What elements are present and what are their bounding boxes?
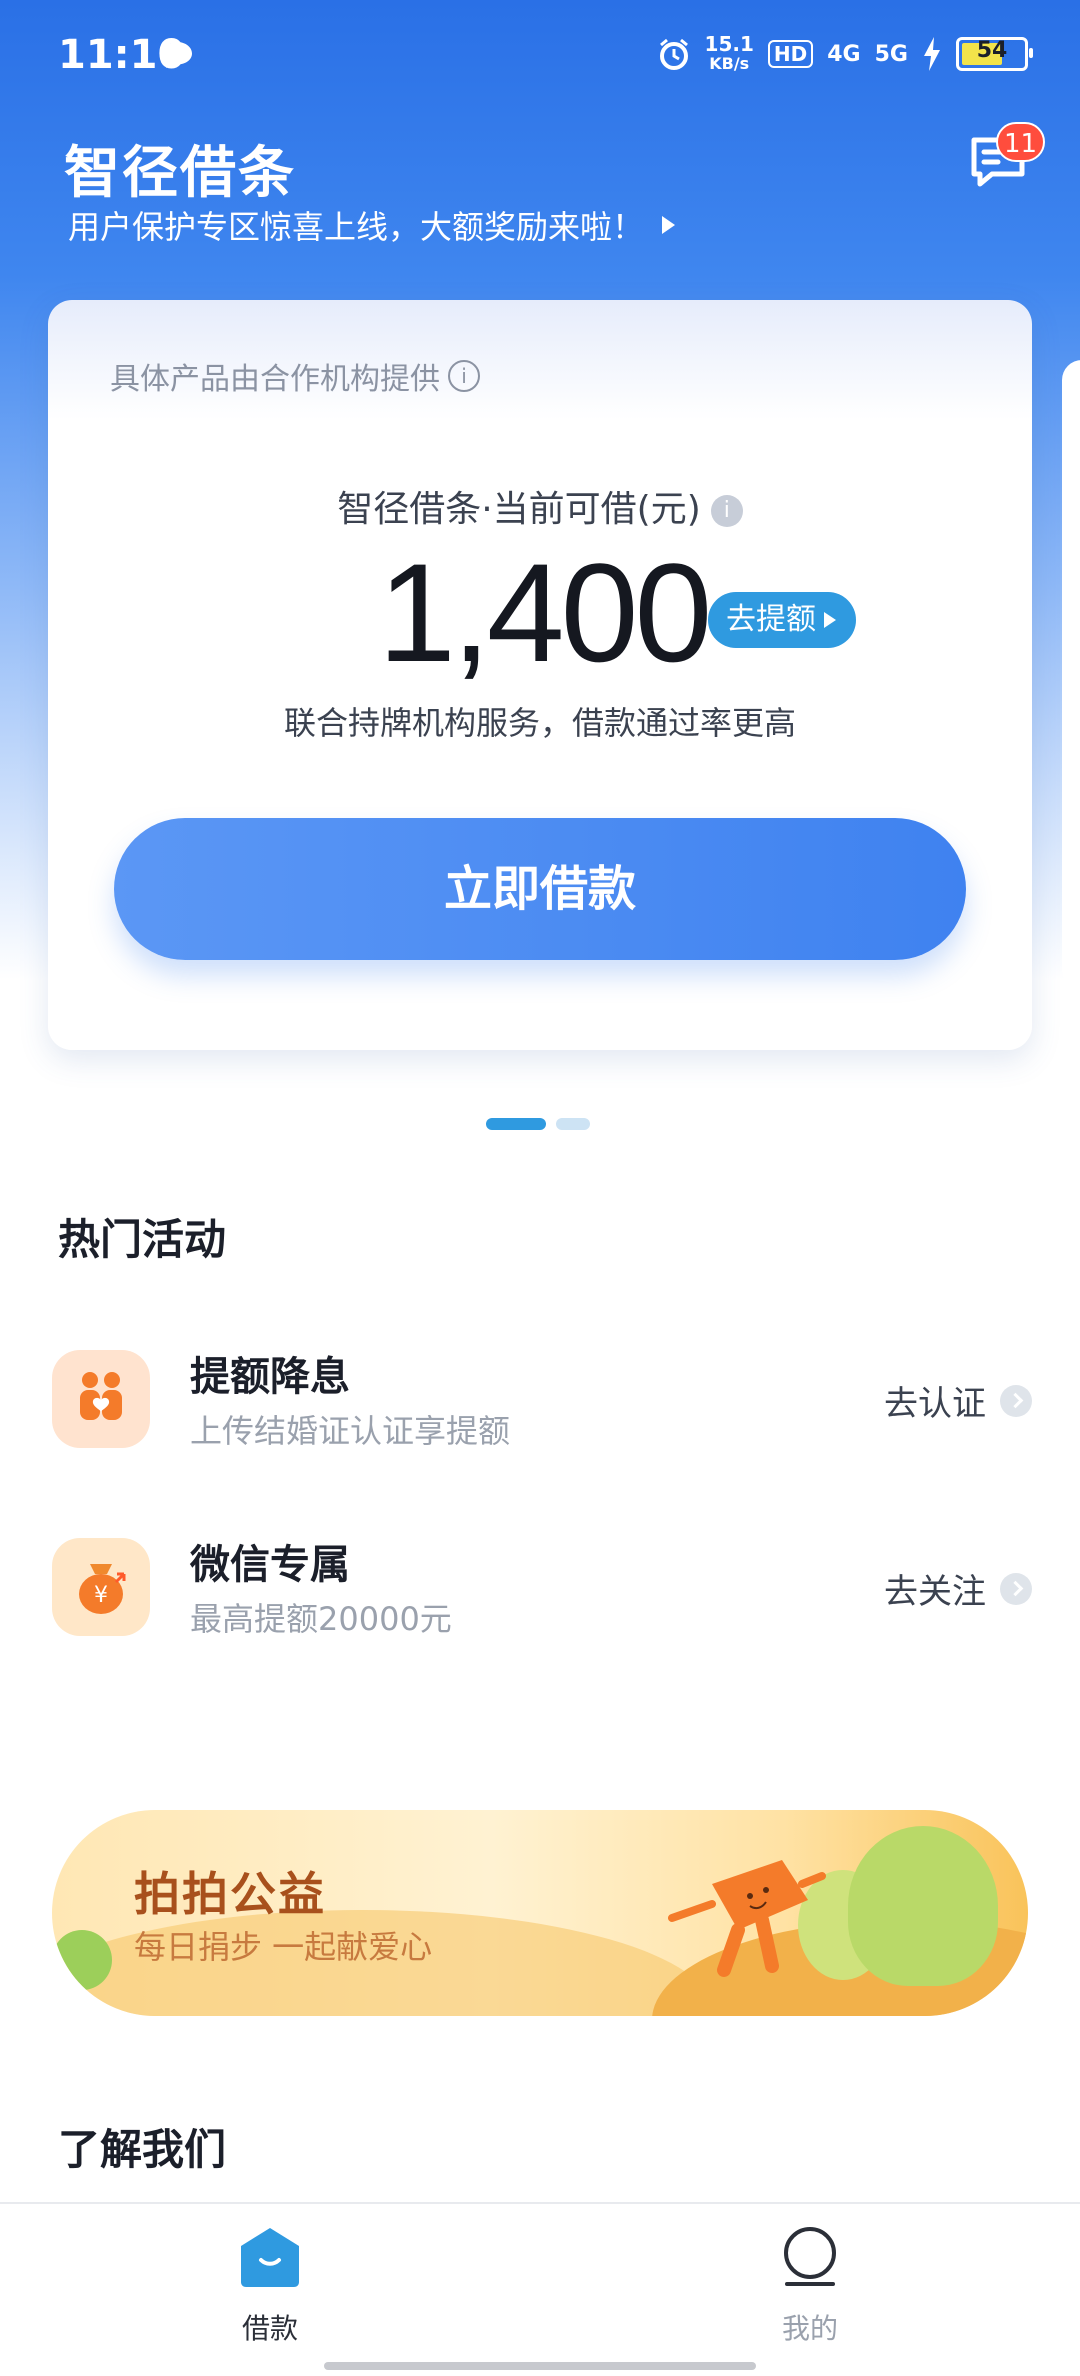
activity-item-raise-limit[interactable]: 提额降息 上传结婚证认证享提额 去认证 bbox=[52, 1350, 1032, 1460]
activity-title: 提额降息 bbox=[190, 1354, 350, 1400]
tabbar-divider bbox=[0, 2202, 1080, 2204]
chevron-right-icon bbox=[1000, 1384, 1032, 1417]
arrow-right-icon bbox=[824, 612, 836, 628]
carousel-dot-active bbox=[486, 1118, 546, 1130]
couple-heart-icon bbox=[52, 1350, 150, 1448]
banner-decor-bush bbox=[52, 1930, 112, 1990]
network-speed: 15.1 KB/s bbox=[704, 32, 754, 73]
app-title: 智径借条 bbox=[64, 141, 296, 206]
money-bag-icon: ¥ bbox=[52, 1538, 150, 1636]
battery-icon: 54 bbox=[956, 37, 1033, 71]
charging-icon bbox=[924, 37, 940, 71]
service-note: 联合持牌机构服务，借款通过率更高 bbox=[283, 704, 796, 742]
available-amount: 1,400 bbox=[378, 534, 712, 691]
raise-limit-button[interactable]: 去提额 bbox=[708, 592, 856, 648]
tab-label: 我的 bbox=[781, 2312, 838, 2345]
walking-mascot-icon bbox=[668, 1860, 826, 1977]
promo-banner-link[interactable]: 用户保护专区惊喜上线，大额奖励来啦！ bbox=[68, 202, 676, 248]
activity-subtitle: 最高提额20000元 bbox=[190, 1600, 452, 1638]
activity-action-label: 去关注 bbox=[884, 1572, 986, 1612]
tab-borrow[interactable]: 借款 bbox=[200, 2226, 340, 2347]
carousel-indicator bbox=[486, 1118, 590, 1130]
home-indicator[interactable] bbox=[324, 2362, 756, 2370]
hot-activities-title: 热门活动 bbox=[58, 1215, 227, 1264]
chevron-right-icon bbox=[1000, 1572, 1032, 1605]
quota-label: 智径借条·当前可借(元) i bbox=[48, 480, 1032, 532]
activity-action-follow[interactable]: 去关注 bbox=[884, 1564, 1032, 1613]
message-count-badge: 11 bbox=[996, 122, 1046, 162]
tab-label: 借款 bbox=[241, 2312, 298, 2345]
quota-info-icon[interactable]: i bbox=[710, 495, 743, 527]
loan-card: 具体产品由合作机构提供 i 智径借条·当前可借(元) i 1,400 去提额 联合… bbox=[48, 300, 1032, 1050]
activity-action-verify[interactable]: 去认证 bbox=[884, 1376, 1032, 1425]
hd-icon: HD bbox=[767, 40, 814, 68]
info-icon[interactable]: i bbox=[448, 360, 480, 392]
alarm-icon bbox=[659, 38, 688, 70]
tab-mine[interactable]: 我的 bbox=[740, 2226, 880, 2347]
signal-5g-icon: 5G bbox=[874, 41, 908, 67]
home-icon bbox=[241, 2228, 299, 2287]
activity-title: 微信专属 bbox=[190, 1542, 350, 1588]
borrow-now-button[interactable]: 立即借款 bbox=[114, 818, 966, 960]
charity-banner[interactable]: 拍拍公益 每日捐步 一起献爱心 bbox=[52, 1810, 1028, 2016]
status-icons: 15.1 KB/s HD 4G 5G 54 bbox=[657, 32, 1033, 74]
banner-decor-tree bbox=[848, 1826, 998, 1986]
status-bar: 11:10 15.1 KB/s HD 4G 5G 54 bbox=[0, 0, 1080, 118]
chat-bubble-icon bbox=[162, 42, 192, 68]
play-arrow-icon bbox=[662, 216, 676, 234]
svg-text:¥: ¥ bbox=[94, 1583, 108, 1608]
activity-item-wechat[interactable]: ¥ 微信专属 最高提额20000元 去关注 bbox=[52, 1538, 1032, 1648]
activity-action-label: 去认证 bbox=[884, 1384, 986, 1424]
signal-4g-icon: 4G bbox=[827, 41, 861, 67]
profile-icon bbox=[784, 2227, 836, 2286]
banner-subtitle: 每日捐步 一起献爱心 bbox=[134, 1928, 433, 1966]
activity-subtitle: 上传结婚证认证享提额 bbox=[190, 1412, 511, 1450]
promo-text: 用户保护专区惊喜上线，大额奖励来啦！ bbox=[68, 208, 645, 246]
about-us-title: 了解我们 bbox=[58, 2125, 227, 2174]
next-card-peek[interactable] bbox=[1062, 360, 1080, 990]
carousel-dot bbox=[556, 1118, 590, 1130]
provider-note-text: 具体产品由合作机构提供 bbox=[110, 362, 440, 397]
provider-note: 具体产品由合作机构提供 i bbox=[110, 354, 480, 398]
raise-limit-label: 去提额 bbox=[726, 602, 816, 637]
banner-title: 拍拍公益 bbox=[134, 1867, 326, 1921]
quota-label-text: 智径借条·当前可借(元) bbox=[337, 489, 701, 530]
